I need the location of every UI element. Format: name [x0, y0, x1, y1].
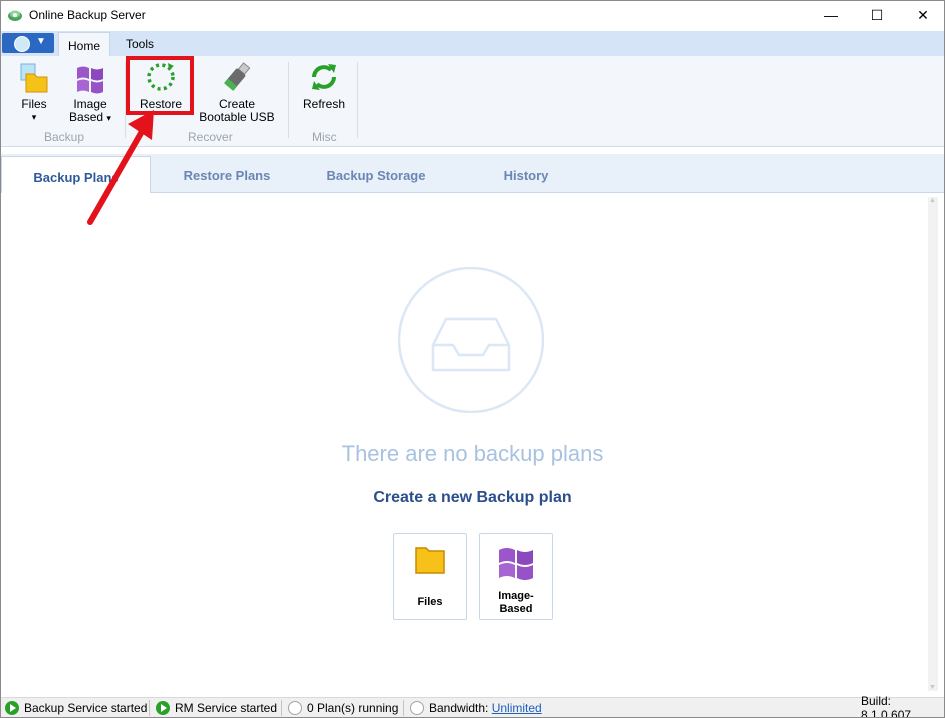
refresh-button[interactable]: Refresh — [301, 60, 347, 111]
tab-restore-plans[interactable]: Restore Plans — [167, 154, 287, 192]
create-image-based-plan-card[interactable]: Image- Based — [479, 533, 553, 620]
rm-service-status: RM Service started — [156, 698, 278, 717]
backup-service-status: Backup Service started — [5, 698, 148, 717]
usb-drive-icon — [224, 62, 251, 91]
backup-service-text: Backup Service started — [24, 701, 148, 715]
bandwidth-link[interactable]: Unlimited — [492, 701, 542, 715]
title-bar: Online Backup Server — ☐ ✕ — [1, 1, 944, 29]
create-plan-title: Create a new Backup plan — [373, 489, 572, 506]
maximize-button[interactable]: ☐ — [854, 1, 900, 29]
backup-plans-panel: There are no backup plans Create a new B… — [1, 193, 944, 697]
empty-state-message: There are no backup plans — [341, 441, 604, 466]
dropdown-icon: ▾ — [31, 112, 37, 122]
image-based-card-label-line2: Based — [499, 603, 533, 615]
windows-logo-icon — [77, 66, 103, 94]
running-status-icon — [156, 701, 170, 715]
app-menu-icon — [14, 36, 30, 52]
image-based-card-label-wrap: Image- Based — [480, 590, 552, 616]
rm-service-text: RM Service started — [175, 701, 278, 715]
backup-files-button[interactable]: Files ▾ — [13, 60, 55, 124]
status-bar: Backup Service started RM Service starte… — [1, 694, 944, 717]
group-label-recover: Recover — [188, 130, 233, 144]
build-text: Build: 8.1.0.607 — [861, 694, 912, 718]
status-separator — [149, 700, 150, 716]
status-separator — [281, 700, 282, 716]
running-status-icon — [5, 701, 19, 715]
vertical-scrollbar[interactable]: ▲ ▼ — [928, 197, 938, 691]
refresh-label: Refresh — [302, 97, 346, 111]
window-title: Online Backup Server — [29, 8, 146, 22]
plans-running-text: 0 Plan(s) running — [307, 701, 399, 715]
red-annotation-arrow — [87, 110, 154, 225]
windows-logo-icon — [499, 548, 533, 580]
ribbon-separator — [357, 62, 358, 138]
tab-backup-storage[interactable]: Backup Storage — [311, 154, 441, 192]
create-usb-label-line2: Bootable USB — [199, 110, 275, 124]
idle-status-icon — [288, 701, 302, 715]
build-version: Build: 8.1.0.607 — [861, 694, 944, 717]
ribbon-tab-tools[interactable]: Tools — [117, 31, 163, 56]
chevron-down-icon: ▼ — [36, 36, 46, 47]
create-files-plan-card[interactable]: Files — [393, 533, 467, 620]
scroll-down-icon[interactable]: ▼ — [929, 684, 936, 691]
plans-running-status: 0 Plan(s) running — [288, 698, 399, 717]
group-label-backup: Backup — [44, 130, 85, 144]
folder-icon — [20, 63, 48, 93]
status-separator — [403, 700, 404, 716]
refresh-icon — [312, 64, 336, 90]
create-bootable-usb-button[interactable]: Create Bootable USB — [199, 60, 275, 124]
idle-status-icon — [410, 701, 424, 715]
files-card-label: Files — [417, 596, 443, 608]
app-menu-button[interactable]: ▼ — [2, 33, 54, 53]
minimize-button[interactable]: — — [808, 1, 854, 29]
ribbon-tab-home[interactable]: Home — [58, 32, 111, 58]
empty-inbox-icon — [398, 267, 544, 413]
ribbon-tab-strip: ▼ Home Tools — [1, 31, 944, 58]
files-label: Files — [21, 97, 47, 111]
close-button[interactable]: ✕ — [900, 1, 944, 29]
app-icon — [8, 10, 22, 21]
bandwidth-label: Bandwidth: — [429, 701, 489, 715]
scroll-up-icon[interactable]: ▲ — [929, 197, 936, 204]
image-based-card-label-line1: Image- — [498, 590, 534, 602]
group-label-misc: Misc — [312, 130, 337, 144]
ribbon-separator — [288, 62, 289, 138]
folder-icon — [415, 547, 445, 574]
tab-history[interactable]: History — [486, 154, 566, 192]
bandwidth-status: Bandwidth: Unlimited — [410, 698, 542, 717]
